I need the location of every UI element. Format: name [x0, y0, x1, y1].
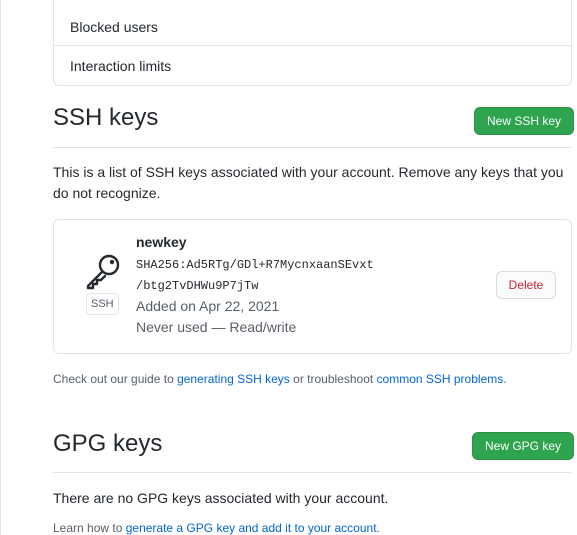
ssh-keys-title: SSH keys — [53, 104, 159, 131]
gpg-learn-prefix: Learn how to — [53, 521, 126, 535]
ssh-guide-middle: or troubleshoot — [289, 372, 377, 386]
gpg-keys-title: GPG keys — [53, 430, 163, 457]
ssh-guide-text: Check out our guide to generating SSH ke… — [53, 372, 507, 386]
ssh-key-fingerprint-line1: SHA256:Ad5RTg/GDl+R7MycnxaanSEvxt — [136, 258, 374, 272]
ssh-key-card: SSH newkey SHA256:Ad5RTg/GDl+R7MycnxaanS… — [53, 219, 572, 354]
ssh-key-usage: Never used — Read/write — [136, 319, 297, 335]
ssh-guide-suffix: . — [503, 372, 507, 386]
menu-item-blocked-users[interactable]: Blocked users — [54, 8, 571, 46]
generate-gpg-key-link[interactable]: generate a GPG key and add it to your ac… — [126, 521, 377, 535]
gpg-empty-message: There are no GPG keys associated with yo… — [53, 490, 389, 506]
gpg-learn-suffix: . — [376, 521, 380, 535]
ssh-description: This is a list of SSH keys associated wi… — [53, 164, 564, 201]
gpg-header-divider — [53, 472, 572, 473]
ssh-guide-prefix: Check out our guide to — [53, 372, 178, 386]
ssh-type-label: SSH — [86, 293, 119, 315]
delete-ssh-key-button[interactable]: Delete — [496, 271, 556, 299]
common-ssh-problems-link[interactable]: common SSH problems — [377, 372, 504, 386]
ssh-header-divider — [53, 147, 572, 148]
key-icon — [86, 254, 120, 290]
generating-ssh-keys-link[interactable]: generating SSH keys — [177, 372, 290, 386]
menu-item-interaction-limits[interactable]: Interaction limits — [54, 47, 571, 85]
new-ssh-key-button[interactable]: New SSH key — [474, 107, 575, 135]
ssh-key-fingerprint-line2: /btg2TvDHWu9P7jTw — [136, 279, 259, 293]
ssh-key-added-date: Added on Apr 22, 2021 — [136, 298, 280, 314]
ssh-key-name: newkey — [136, 234, 187, 250]
settings-menu: Blocked users Interaction limits — [53, 0, 572, 86]
gpg-learn-text: Learn how to generate a GPG key and add … — [53, 521, 380, 535]
new-gpg-key-button[interactable]: New GPG key — [472, 432, 575, 460]
page-left-border — [0, 0, 1, 535]
